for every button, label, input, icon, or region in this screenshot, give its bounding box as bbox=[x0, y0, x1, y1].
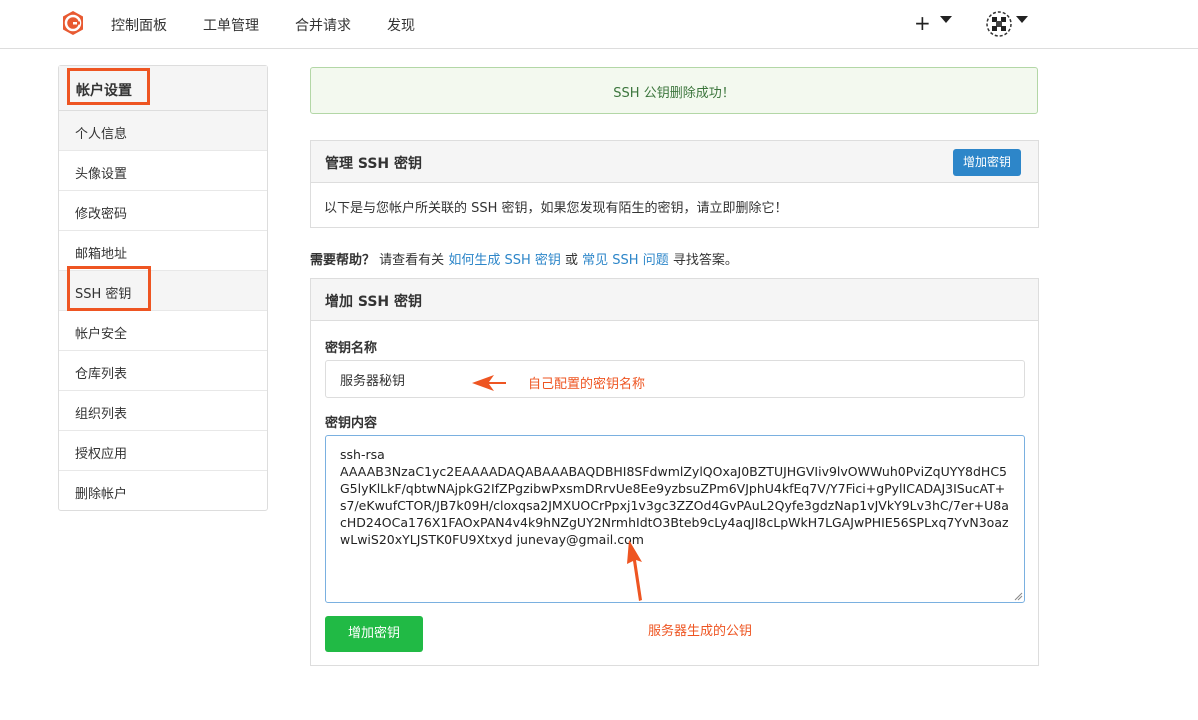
common-ssh-issues-link[interactable]: 常见 SSH 问题 bbox=[582, 253, 669, 268]
sidebar-item-organizations[interactable]: 组织列表 bbox=[59, 391, 267, 431]
nav-pull-requests[interactable]: 合并请求 bbox=[295, 15, 351, 35]
sidebar-item-profile[interactable]: 个人信息 bbox=[59, 111, 267, 151]
add-ssh-key-form: 密钥名称 密钥内容 ssh-rsa AAAAB3NzaC1yc2EAAAADAQ… bbox=[311, 321, 1038, 665]
resize-handle-icon[interactable] bbox=[1013, 591, 1023, 601]
sidebar-item-applications[interactable]: 授权应用 bbox=[59, 431, 267, 471]
help-label: 需要帮助？ bbox=[310, 253, 376, 268]
panel-title: 增加 SSH 密钥 bbox=[325, 294, 423, 310]
sidebar-item-label: 组织列表 bbox=[75, 407, 128, 422]
success-alert: SSH 公钥删除成功！ bbox=[310, 67, 1038, 114]
key-name-label: 密钥名称 bbox=[325, 341, 378, 356]
sidebar-item-label: 删除帐户 bbox=[75, 487, 128, 502]
annotation-public-key-note: 服务器生成的公钥 bbox=[648, 624, 753, 639]
sidebar-item-label: 修改密码 bbox=[75, 207, 128, 222]
panel-body: 以下是与您帐户所关联的 SSH 密钥，如果您发现有陌生的密钥，请立即删除它！ bbox=[311, 183, 1038, 227]
annotation-key-name-note: 自己配置的密钥名称 bbox=[528, 377, 646, 392]
sidebar-item-ssh-keys[interactable]: SSH 密钥 bbox=[59, 271, 267, 311]
help-text-before: 请查看有关 bbox=[379, 253, 445, 268]
help-text-or: 或 bbox=[565, 253, 579, 268]
sidebar-item-avatar[interactable]: 头像设置 bbox=[59, 151, 267, 191]
panel-header: 增加 SSH 密钥 bbox=[311, 279, 1038, 321]
sidebar-item-delete-account[interactable]: 删除帐户 bbox=[59, 471, 267, 511]
sidebar-item-label: 帐户安全 bbox=[75, 327, 128, 342]
sidebar-header-label: 帐户设置 bbox=[76, 83, 132, 99]
caret-down-icon[interactable] bbox=[940, 16, 952, 24]
panel-header: 管理 SSH 密钥 增加密钥 bbox=[311, 141, 1038, 183]
annotation-arrow-left-icon bbox=[472, 375, 506, 391]
top-navbar: 控制面板 工单管理 合并请求 发现 + bbox=[0, 0, 1198, 49]
nav-issues[interactable]: 工单管理 bbox=[203, 15, 259, 35]
nav-dashboard[interactable]: 控制面板 bbox=[111, 15, 167, 35]
help-text-after: 寻找答案。 bbox=[672, 253, 738, 268]
key-content-label: 密钥内容 bbox=[325, 416, 378, 431]
settings-sidebar: 帐户设置 个人信息 头像设置 修改密码 邮箱地址 SSH 密钥 帐户安全 仓库列… bbox=[58, 65, 268, 511]
add-ssh-key-panel: 增加 SSH 密钥 密钥名称 密钥内容 ssh-rsa AAAAB3NzaC1y… bbox=[310, 278, 1039, 666]
key-content-textarea[interactable]: ssh-rsa AAAAB3NzaC1yc2EAAAADAQABAAABAQDB… bbox=[325, 435, 1025, 603]
add-key-submit-button[interactable]: 增加密钥 bbox=[325, 616, 423, 652]
nav-explore[interactable]: 发现 bbox=[387, 15, 415, 35]
sidebar-item-security[interactable]: 帐户安全 bbox=[59, 311, 267, 351]
annotation-arrow-up-icon bbox=[627, 540, 642, 601]
how-to-generate-ssh-key-link[interactable]: 如何生成 SSH 密钥 bbox=[448, 253, 561, 268]
sidebar-item-email[interactable]: 邮箱地址 bbox=[59, 231, 267, 271]
plus-icon[interactable]: + bbox=[914, 11, 931, 35]
sidebar-item-repositories[interactable]: 仓库列表 bbox=[59, 351, 267, 391]
caret-down-icon[interactable] bbox=[1016, 16, 1028, 24]
panel-title: 管理 SSH 密钥 bbox=[325, 156, 423, 172]
sidebar-item-label: 个人信息 bbox=[75, 127, 128, 142]
sidebar-header: 帐户设置 bbox=[59, 66, 267, 111]
help-text: 需要帮助？ 请查看有关 如何生成 SSH 密钥 或 常见 SSH 问题 寻找答案… bbox=[310, 249, 738, 268]
avatar[interactable] bbox=[986, 11, 1012, 37]
sidebar-item-label: 仓库列表 bbox=[75, 367, 128, 382]
sidebar-item-label: SSH 密钥 bbox=[75, 287, 132, 302]
ssh-keys-description: 以下是与您帐户所关联的 SSH 密钥，如果您发现有陌生的密钥，请立即删除它！ bbox=[324, 201, 788, 216]
gogs-logo-icon[interactable] bbox=[60, 10, 86, 36]
success-alert-message: SSH 公钥删除成功！ bbox=[613, 86, 735, 101]
sidebar-item-label: 授权应用 bbox=[75, 447, 128, 462]
sidebar-item-label: 邮箱地址 bbox=[75, 247, 128, 262]
sidebar-item-password[interactable]: 修改密码 bbox=[59, 191, 267, 231]
sidebar-item-label: 头像设置 bbox=[75, 167, 128, 182]
manage-ssh-keys-panel: 管理 SSH 密钥 增加密钥 以下是与您帐户所关联的 SSH 密钥，如果您发现有… bbox=[310, 140, 1039, 228]
key-name-input[interactable] bbox=[325, 360, 1025, 398]
key-content-text: ssh-rsa AAAAB3NzaC1yc2EAAAADAQABAAABAQDB… bbox=[340, 447, 1009, 547]
add-key-button[interactable]: 增加密钥 bbox=[953, 149, 1021, 176]
